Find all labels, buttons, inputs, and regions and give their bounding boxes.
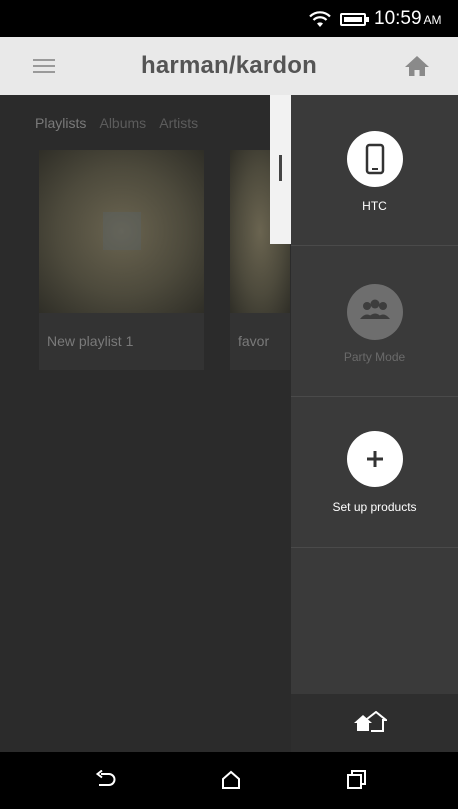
playlist-tile[interactable]: New playlist 1 bbox=[39, 150, 204, 370]
music-note-icon bbox=[103, 212, 141, 250]
tab-albums[interactable]: Albums bbox=[99, 115, 146, 131]
drawer-item-label: Set up products bbox=[332, 500, 417, 514]
system-nav-bar bbox=[0, 752, 458, 809]
back-icon[interactable] bbox=[95, 770, 117, 790]
multi-home-icon[interactable] bbox=[353, 711, 387, 733]
battery-icon bbox=[340, 13, 369, 26]
home-icon[interactable] bbox=[404, 54, 430, 78]
tab-playlists[interactable]: Playlists bbox=[35, 115, 86, 131]
drawer-item-htc[interactable]: HTC bbox=[291, 95, 458, 246]
drag-handle-icon bbox=[279, 155, 282, 181]
tab-artists[interactable]: Artists bbox=[159, 115, 198, 131]
playlist-name: favor bbox=[238, 333, 270, 349]
phone-icon bbox=[347, 131, 403, 187]
playlist-artwork bbox=[39, 150, 204, 313]
clock-ampm: AM bbox=[423, 13, 442, 27]
group-icon bbox=[347, 284, 403, 340]
drawer-handle[interactable] bbox=[270, 95, 291, 244]
playlist-name: New playlist 1 bbox=[47, 333, 134, 349]
library-tabs: Playlists Albums Artists bbox=[35, 115, 208, 131]
clock-time: 10:59 bbox=[374, 8, 422, 29]
wifi-icon bbox=[309, 11, 331, 27]
home-icon[interactable] bbox=[220, 769, 242, 791]
plus-icon bbox=[347, 431, 403, 487]
clock: 10:59 AM bbox=[374, 8, 442, 30]
brand-title: harman/kardon bbox=[141, 52, 317, 79]
drawer-footer bbox=[291, 694, 458, 752]
recents-icon[interactable] bbox=[346, 769, 368, 791]
app-bar: harman/kardon bbox=[0, 37, 458, 95]
drawer-item-set-up-products[interactable]: Set up products bbox=[291, 397, 458, 548]
drawer-item-party-mode[interactable]: Party Mode bbox=[291, 246, 458, 397]
status-bar: 10:59 AM bbox=[0, 0, 458, 37]
drawer-item-label: Party Mode bbox=[343, 350, 406, 364]
drawer-item-label: HTC bbox=[362, 199, 387, 213]
device-drawer: HTC Party Mode Set up products bbox=[291, 95, 458, 694]
